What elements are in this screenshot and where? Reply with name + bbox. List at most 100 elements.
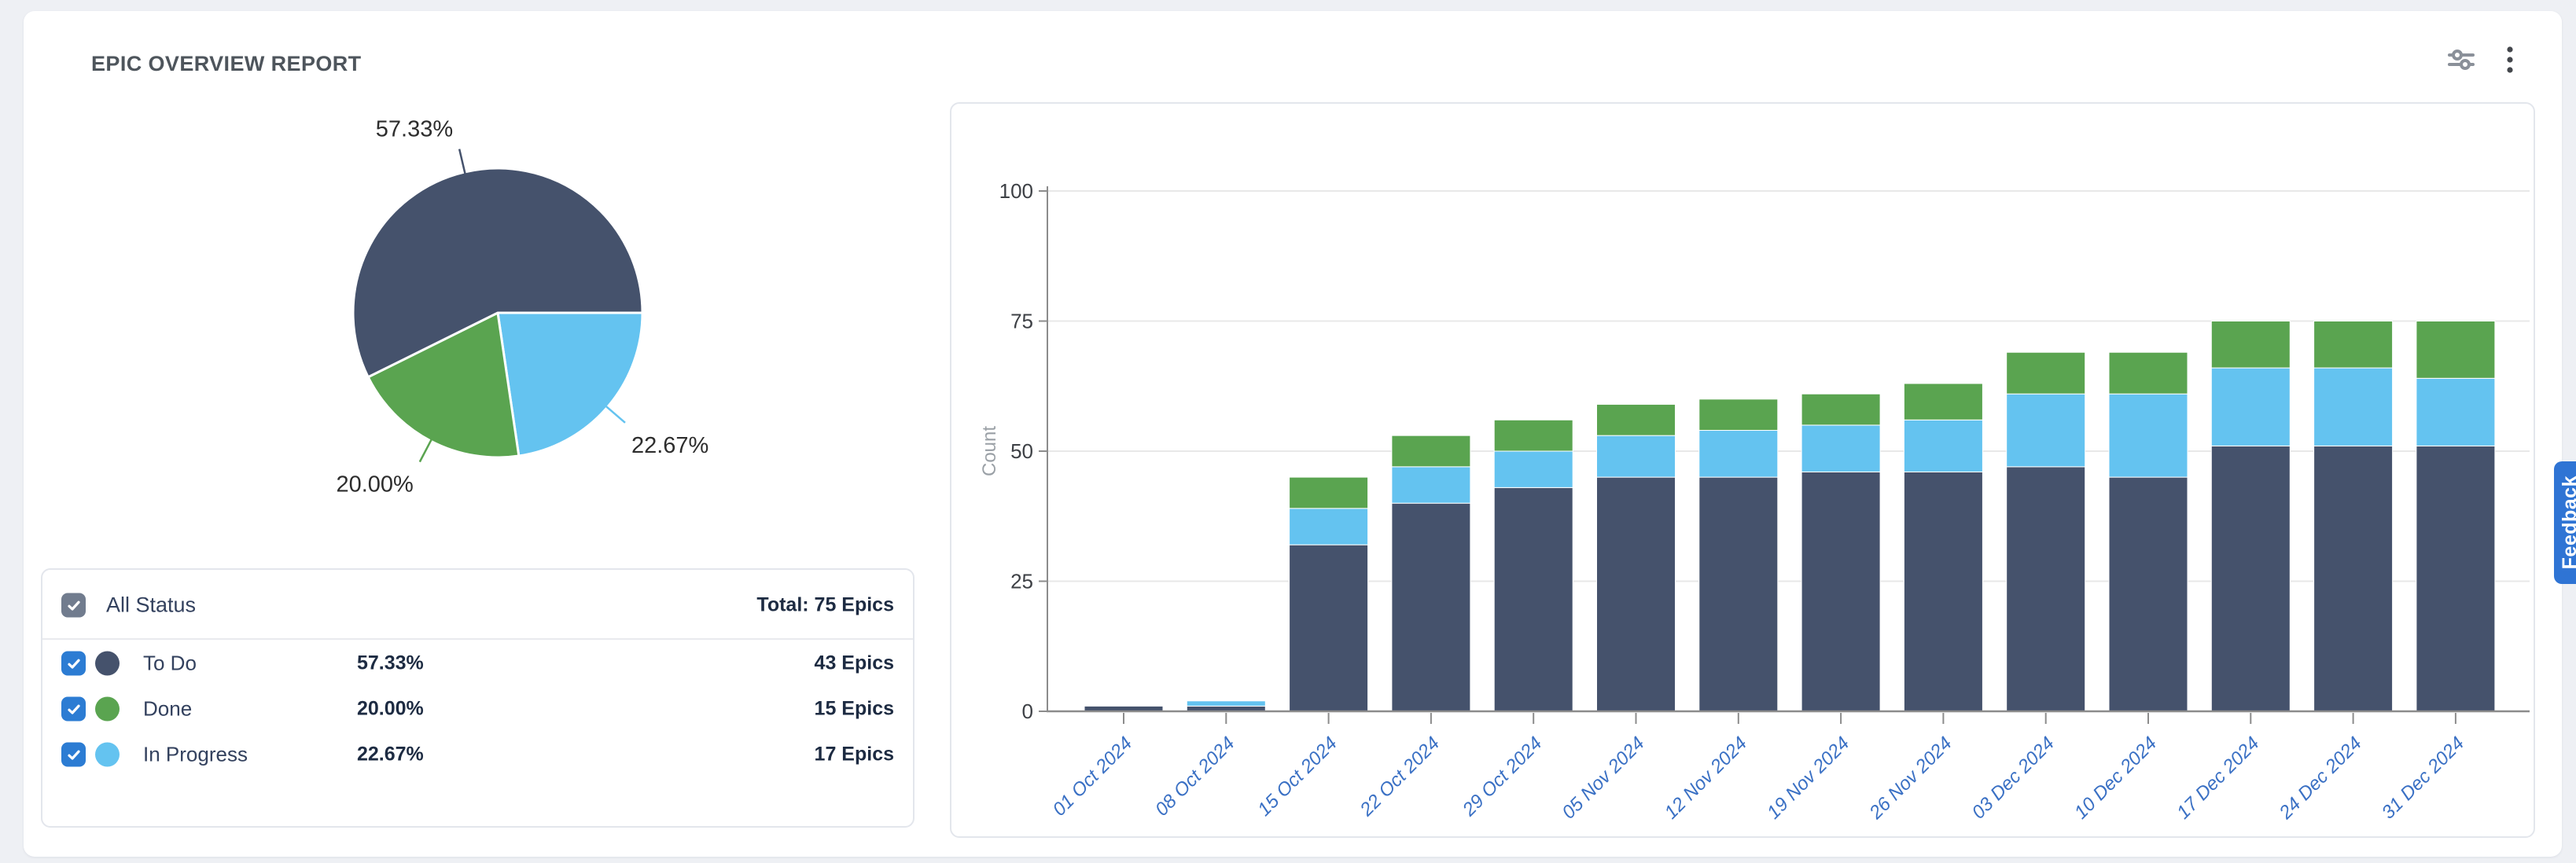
x-axis-label: 17 Dec 2024	[2173, 733, 2263, 823]
bar-segment-in-progress[interactable]	[2314, 368, 2393, 446]
status-count: 15 Epics	[815, 698, 894, 721]
status-count: 43 Epics	[815, 652, 894, 675]
x-axis-label: 31 Dec 2024	[2378, 733, 2468, 823]
feedback-button[interactable]: Feedback	[2554, 461, 2576, 584]
bar-segment-to-do[interactable]	[2314, 446, 2393, 711]
bar-segment-in-progress[interactable]	[2211, 368, 2290, 446]
bar-segment-done[interactable]	[1699, 399, 1778, 431]
bar-segment-to-do[interactable]	[2007, 467, 2085, 711]
all-status-checkbox[interactable]	[61, 593, 86, 618]
vertical-ellipsis-icon	[2496, 44, 2524, 75]
status-count: 17 Epics	[815, 744, 894, 766]
x-axis-label: 03 Dec 2024	[1968, 733, 2059, 823]
bar-segment-done[interactable]	[2109, 352, 2188, 394]
checkmark-icon	[66, 597, 82, 613]
status-legend-panel: All Status Total: 75 Epics To Do 57.33% 43…	[41, 568, 914, 828]
bar-segment-to-do[interactable]	[2211, 446, 2290, 711]
more-options-button[interactable]	[2493, 42, 2527, 77]
checkmark-icon	[66, 747, 82, 762]
status-percent: 20.00%	[357, 698, 424, 721]
x-axis-label: 26 Nov 2024	[1865, 733, 1956, 824]
status-label: In Progress	[143, 743, 248, 767]
epic-overview-card: EPIC OVERVIEW REPORT 22.67%20.00%57.33% …	[24, 11, 2562, 857]
bar-segment-in-progress[interactable]	[2416, 378, 2495, 446]
bar-segment-in-progress[interactable]	[1597, 435, 1676, 477]
status-percent: 57.33%	[357, 652, 424, 675]
bar-segment-to-do[interactable]	[1290, 545, 1368, 711]
x-axis-label: 29 Oct 2024	[1458, 733, 1546, 821]
bar-segment-to-do[interactable]	[2109, 477, 2188, 711]
bar-segment-in-progress[interactable]	[1392, 467, 1470, 503]
y-axis-tick-label: 50	[1010, 439, 1033, 463]
pie-percent-label: 22.67%	[631, 433, 708, 458]
bar-segment-in-progress[interactable]	[1187, 701, 1265, 707]
bar-segment-done[interactable]	[2314, 321, 2393, 369]
status-checkbox[interactable]	[61, 652, 86, 676]
epic-stacked-bar-chart: 01 Oct 202408 Oct 202415 Oct 202422 Oct …	[951, 104, 2534, 836]
bar-segment-done[interactable]	[2007, 352, 2085, 394]
x-axis-label: 22 Oct 2024	[1356, 733, 1444, 821]
y-axis-tick-label: 0	[1022, 700, 1033, 723]
status-label: Done	[143, 697, 192, 722]
bar-segment-in-progress[interactable]	[1904, 420, 1982, 472]
bar-segment-to-do[interactable]	[1904, 472, 1982, 711]
all-status-label: All Status	[106, 593, 196, 618]
x-axis-label: 01 Oct 2024	[1049, 733, 1137, 821]
status-label: To Do	[143, 652, 197, 676]
pie-percent-label: 20.00%	[336, 472, 413, 498]
bar-segment-to-do[interactable]	[2416, 446, 2495, 711]
bar-segment-done[interactable]	[1290, 477, 1368, 509]
x-axis-label: 12 Nov 2024	[1661, 733, 1751, 823]
status-pie-chart: 22.67% 20.00% 57.33%	[220, 96, 802, 520]
pie-percent-label: 57.33%	[376, 117, 453, 142]
epic-trend-chart-panel: 01 Oct 202408 Oct 202415 Oct 202422 Oct …	[950, 102, 2535, 838]
bar-segment-in-progress[interactable]	[1494, 451, 1573, 487]
checkmark-icon	[66, 701, 82, 717]
bar-segment-done[interactable]	[1392, 435, 1470, 467]
bar-segment-in-progress[interactable]	[1290, 509, 1368, 545]
sliders-icon	[2447, 46, 2475, 74]
total-epics-value: Total: 75 Epics	[756, 594, 894, 617]
filter-sliders-button[interactable]	[2444, 42, 2478, 77]
bar-segment-to-do[interactable]	[1801, 472, 1880, 711]
feedback-button-label: Feedback	[2559, 476, 2576, 569]
legend-divider	[42, 638, 913, 640]
x-axis-label: 05 Nov 2024	[1558, 733, 1648, 823]
status-color-dot	[95, 697, 120, 722]
checkmark-icon	[66, 656, 82, 671]
status-checkbox[interactable]	[61, 743, 86, 767]
x-axis-label: 10 Dec 2024	[2070, 733, 2161, 823]
x-axis-label: 15 Oct 2024	[1253, 733, 1341, 821]
bar-segment-done[interactable]	[2211, 321, 2290, 369]
legend-row-done[interactable]: Done 20.00% 15 Epics	[42, 687, 913, 731]
bar-segment-in-progress[interactable]	[1801, 425, 1880, 472]
bar-segment-in-progress[interactable]	[2109, 394, 2188, 477]
bar-segment-in-progress[interactable]	[1699, 431, 1778, 478]
status-checkbox[interactable]	[61, 697, 86, 722]
pie-slice-in-progress[interactable]	[498, 313, 642, 456]
bar-segment-in-progress[interactable]	[2007, 394, 2085, 467]
bar-segment-done[interactable]	[1904, 384, 1982, 420]
bar-segment-done[interactable]	[1801, 394, 1880, 425]
x-axis-label: 24 Dec 2024	[2275, 733, 2366, 824]
x-axis-label: 19 Nov 2024	[1763, 733, 1853, 823]
epic-overview-page: { "header": { "title": "EPIC OVERVIEW RE…	[0, 0, 2576, 863]
y-axis-tick-label: 100	[999, 179, 1033, 203]
y-axis-title: Count	[979, 426, 1000, 476]
pie-label-line	[606, 406, 625, 423]
status-color-dot	[95, 652, 120, 676]
bar-segment-to-do[interactable]	[1699, 477, 1778, 711]
bar-segment-to-do[interactable]	[1597, 477, 1676, 711]
legend-row-in-progress[interactable]: In Progress 22.67% 17 Epics	[42, 733, 913, 777]
legend-row-to-do[interactable]: To Do 57.33% 43 Epics	[42, 641, 913, 685]
legend-header-row[interactable]: All Status Total: 75 Epics	[42, 584, 913, 626]
bar-segment-done[interactable]	[1494, 420, 1573, 451]
bar-segment-done[interactable]	[2416, 321, 2495, 379]
status-percent: 22.67%	[357, 744, 424, 766]
bar-segment-to-do[interactable]	[1494, 487, 1573, 711]
bar-segment-to-do[interactable]	[1392, 503, 1470, 711]
bar-segment-done[interactable]	[1597, 404, 1676, 435]
y-axis-tick-label: 25	[1010, 570, 1033, 593]
pie-label-line	[459, 149, 465, 174]
status-color-dot	[95, 743, 120, 767]
